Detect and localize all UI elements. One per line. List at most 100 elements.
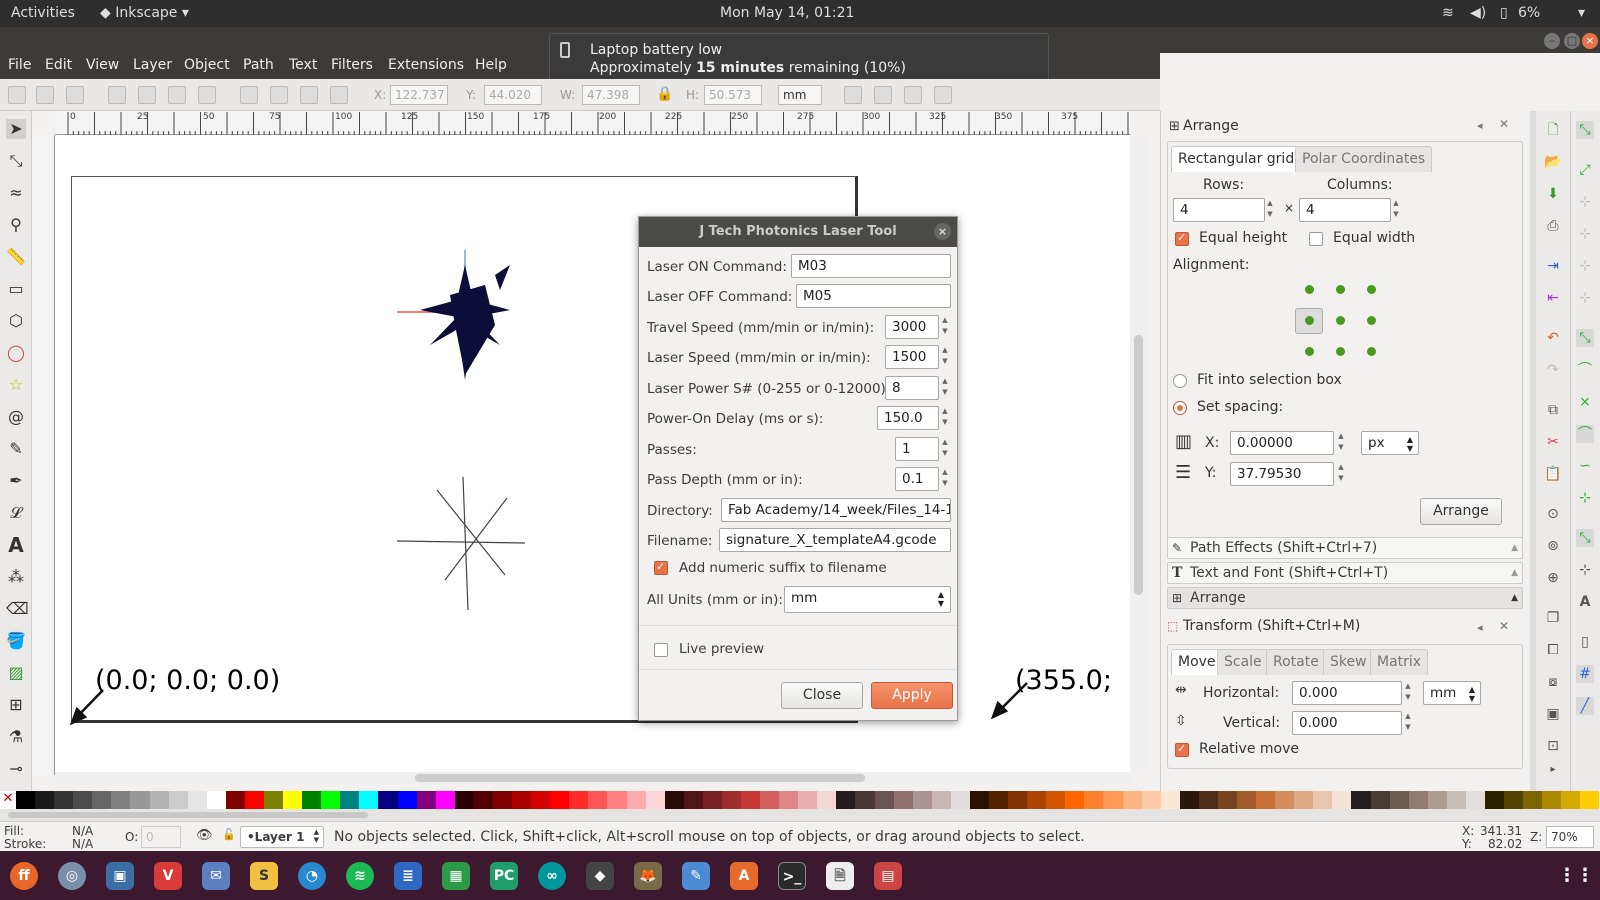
measure-tool-icon[interactable]: 📏: [6, 247, 26, 267]
color-swatch[interactable]: [626, 791, 646, 809]
x-field[interactable]: 122.737: [390, 85, 448, 105]
align-middle-right[interactable]: [1367, 316, 1376, 325]
color-swatch[interactable]: [1256, 791, 1276, 809]
node-tool-icon[interactable]: ⤡: [6, 151, 26, 171]
lower-icon[interactable]: [300, 86, 318, 104]
equal-height-checkbox[interactable]: [1175, 231, 1189, 246]
3d-box-tool-icon[interactable]: ⬡: [6, 311, 26, 331]
power-menu-icon[interactable]: ▾: [1578, 5, 1585, 21]
rotate-ccw-icon[interactable]: [108, 86, 126, 104]
laser-off-input[interactable]: M05: [796, 284, 951, 308]
snap-center-icon[interactable]: ⊹: [1576, 561, 1594, 579]
color-swatch[interactable]: [1332, 791, 1352, 809]
tab-scale[interactable]: Scale: [1217, 649, 1269, 675]
selector-tool-icon[interactable]: ➤: [6, 119, 26, 139]
color-swatch[interactable]: [1465, 791, 1486, 809]
relative-move-checkbox[interactable]: [1175, 742, 1189, 757]
color-swatch[interactable]: [1542, 791, 1562, 809]
color-swatch[interactable]: [1504, 791, 1524, 809]
open-icon[interactable]: 📂: [1544, 153, 1562, 171]
transform-patterns-icon[interactable]: [934, 86, 952, 104]
color-swatch[interactable]: [321, 791, 341, 809]
software-center-icon[interactable]: A: [730, 862, 758, 890]
transform-unit-select[interactable]: mm ▲ ▼: [1423, 681, 1481, 705]
color-swatch[interactable]: [588, 791, 608, 809]
y-field[interactable]: 44.020: [484, 85, 542, 105]
menu-text[interactable]: Text: [289, 57, 317, 73]
color-swatch[interactable]: [1446, 791, 1466, 809]
snap-path-icon[interactable]: ⌒: [1576, 361, 1594, 379]
palette-scrollbar[interactable]: [0, 809, 1600, 821]
layer-select[interactable]: •Layer 1 ▲ ▼: [240, 826, 324, 848]
select-all-icon[interactable]: [8, 86, 26, 104]
zoom-tool-icon[interactable]: ⚲: [6, 215, 26, 235]
color-palette[interactable]: ✕: [0, 791, 1600, 809]
paste-icon[interactable]: 📋: [1544, 465, 1562, 483]
numeric-suffix-checkbox[interactable]: [654, 560, 668, 575]
color-swatch[interactable]: [1313, 791, 1333, 809]
w-field[interactable]: 47.398: [582, 85, 640, 105]
lower-to-bottom-icon[interactable]: [330, 86, 348, 104]
color-swatch[interactable]: [855, 791, 875, 809]
pass-depth-spinner[interactable]: ▲ ▼: [940, 467, 950, 491]
color-swatch[interactable]: [435, 791, 455, 809]
tweak-tool-icon[interactable]: ≈: [6, 183, 26, 203]
snap-text-baseline-icon[interactable]: A: [1576, 593, 1594, 611]
align-bottom-right[interactable]: [1367, 347, 1376, 356]
snap-bbox-icon[interactable]: ⤢: [1576, 161, 1594, 179]
color-swatch[interactable]: [550, 791, 570, 809]
snap-page-icon[interactable]: ▯: [1576, 633, 1594, 651]
color-swatch[interactable]: [1389, 791, 1409, 809]
fit-box-radio[interactable]: [1173, 374, 1187, 388]
color-swatch[interactable]: [1160, 791, 1180, 809]
color-swatch[interactable]: [1027, 791, 1047, 809]
arrange-panel-header[interactable]: ⊞ Arrange ▲: [1167, 587, 1523, 609]
no-paint-swatch[interactable]: ✕: [0, 791, 16, 809]
text-font-panel-header[interactable]: T Text and Font (Shift+Ctrl+T) ▲: [1167, 562, 1523, 584]
passes-input[interactable]: 1: [895, 437, 939, 461]
chromium-icon[interactable]: ◎: [58, 862, 86, 890]
app-grid-icon[interactable]: ⋮⋮: [1558, 862, 1594, 890]
mesh-tool-icon[interactable]: ⊞: [6, 695, 26, 715]
fill-value[interactable]: N/A: [72, 824, 93, 838]
pencil-tool-icon[interactable]: ✎: [6, 439, 26, 459]
spray-tool-icon[interactable]: ⁂: [6, 567, 26, 587]
spotify-icon[interactable]: ≋: [346, 862, 374, 890]
panel-close-icon[interactable]: ✕: [1499, 619, 1509, 633]
duplicate-icon[interactable]: ❐: [1544, 609, 1562, 627]
libreoffice-calc-icon[interactable]: ▦: [442, 862, 470, 890]
color-swatch[interactable]: [1351, 791, 1371, 809]
minimize-button[interactable]: –: [1544, 33, 1560, 49]
copy-icon[interactable]: ⧉: [1544, 401, 1562, 419]
eraser-tool-icon[interactable]: ⌫: [6, 599, 29, 619]
scroll-thumb[interactable]: [8, 812, 368, 818]
color-swatch[interactable]: [1046, 791, 1066, 809]
color-swatch[interactable]: [16, 791, 36, 809]
maximize-button[interactable]: □: [1564, 33, 1580, 49]
tab-matrix[interactable]: Matrix: [1370, 649, 1429, 675]
snap-bbox-center-icon[interactable]: ⊹: [1576, 289, 1594, 307]
vertical-input[interactable]: 0.000: [1292, 711, 1402, 735]
snap-intersection-icon[interactable]: ⨯: [1576, 393, 1594, 411]
close-button[interactable]: Close: [781, 682, 863, 709]
color-swatch[interactable]: [1065, 791, 1085, 809]
menu-view[interactable]: View: [86, 57, 119, 73]
align-middle-center[interactable]: [1336, 316, 1345, 325]
rectangle-tool-icon[interactable]: ▭: [6, 279, 26, 299]
drawing-canvas[interactable]: (0.0; 0.0; 0.0) (355.0;: [55, 135, 1130, 772]
color-swatch[interactable]: [1523, 791, 1543, 809]
dock-scrollbar[interactable]: [1530, 111, 1536, 791]
set-spacing-radio[interactable]: [1173, 401, 1187, 415]
pycharm-icon[interactable]: PC: [490, 862, 518, 890]
color-swatch[interactable]: [302, 791, 322, 809]
tab-move[interactable]: Move: [1171, 649, 1223, 675]
color-swatch[interactable]: [244, 791, 265, 809]
scroll-thumb[interactable]: [1134, 335, 1143, 595]
scroll-thumb[interactable]: [415, 774, 865, 782]
laser-power-spinner[interactable]: ▲ ▼: [940, 376, 950, 400]
color-swatch[interactable]: [1084, 791, 1104, 809]
columns-input[interactable]: 4: [1299, 198, 1391, 222]
gradient-tool-icon[interactable]: ▨: [6, 663, 26, 683]
wifi-icon[interactable]: ≋: [1442, 5, 1454, 21]
color-swatch[interactable]: [1370, 791, 1390, 809]
